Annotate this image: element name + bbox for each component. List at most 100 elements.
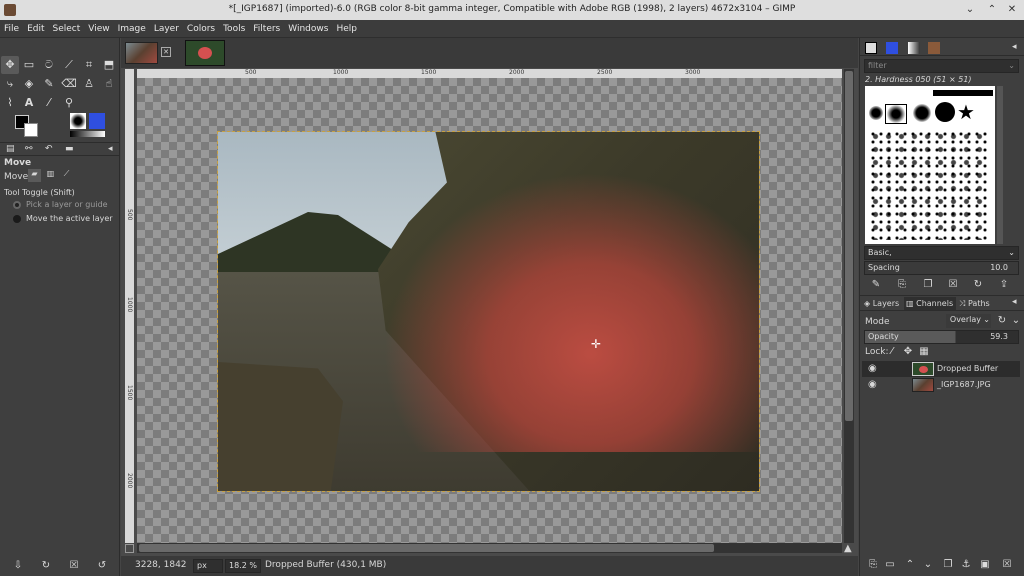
restore-tool-preset-icon[interactable]: ↻: [38, 558, 54, 574]
images-tab-icon[interactable]: ▬: [65, 144, 74, 154]
fonts-tab-icon[interactable]: [908, 42, 920, 54]
rect-select-tool-icon[interactable]: ▭: [20, 56, 38, 74]
tab-channels[interactable]: ▥ Channels: [904, 297, 956, 310]
layer-mode-select[interactable]: Overlay ⌄: [946, 314, 991, 328]
brush-preview-icon[interactable]: [70, 113, 86, 129]
vertical-scrollbar-thumb[interactable]: [845, 71, 853, 421]
move-layer-mode-button[interactable]: ▰: [28, 169, 41, 182]
lock-pixels-icon[interactable]: ⁄: [884, 344, 900, 360]
panel-menu-icon[interactable]: ◂: [108, 144, 113, 154]
menu-image[interactable]: Image: [114, 20, 150, 38]
move-selection-mode-button[interactable]: ▥: [44, 169, 57, 182]
quick-mask-toggle-icon[interactable]: [125, 544, 134, 553]
brush-grid-scrollbar[interactable]: [997, 86, 1003, 244]
anchor-layer-icon[interactable]: ⚓: [958, 557, 974, 573]
clone-tool-icon[interactable]: ♙: [80, 75, 98, 93]
unit-select[interactable]: px: [193, 559, 223, 573]
gradient-preview-icon[interactable]: [70, 131, 105, 137]
brush-item[interactable]: ★: [957, 100, 975, 124]
refresh-brushes-icon[interactable]: ↻: [970, 277, 986, 293]
smudge-tool-icon[interactable]: ☝: [100, 75, 118, 93]
menu-filters[interactable]: Filters: [249, 20, 284, 38]
edit-brush-icon[interactable]: ✎: [868, 277, 884, 293]
delete-layer-icon[interactable]: ☒: [999, 557, 1015, 573]
brush-grid[interactable]: ★: [865, 86, 995, 244]
pick-layer-radio[interactable]: [13, 201, 21, 209]
new-layer-group-icon[interactable]: ▭: [882, 557, 898, 573]
device-status-tab-icon[interactable]: ⚯: [25, 144, 33, 154]
zoom-select[interactable]: 18.2 %: [225, 559, 261, 573]
menu-file[interactable]: File: [0, 20, 23, 38]
delete-tool-preset-icon[interactable]: ☒: [66, 558, 82, 574]
pattern-preview-icon[interactable]: [89, 113, 105, 129]
brush-item[interactable]: [869, 106, 883, 120]
eye-icon[interactable]: ◉: [868, 363, 877, 374]
vertical-scrollbar[interactable]: [844, 69, 854, 543]
lower-layer-icon[interactable]: ⌄: [920, 557, 936, 573]
save-tool-preset-icon[interactable]: ⇩: [10, 558, 26, 574]
reset-tool-options-icon[interactable]: ↺: [94, 558, 110, 574]
tool-options-tab-icon[interactable]: ▤: [6, 144, 15, 154]
spacing-slider[interactable]: Spacing 10.0: [864, 261, 1019, 275]
lock-alpha-icon[interactable]: ▦: [916, 344, 932, 360]
fuzzy-select-tool-icon[interactable]: ⟋: [60, 56, 78, 74]
eraser-tool-icon[interactable]: ⌫: [60, 75, 78, 93]
opacity-slider[interactable]: Opacity 59.3: [864, 330, 1019, 344]
raise-layer-icon[interactable]: ⌃: [902, 557, 918, 573]
image-layer[interactable]: [217, 131, 760, 492]
open-brush-as-image-icon[interactable]: ⇪: [996, 277, 1012, 293]
brush-preset-select[interactable]: Basic, ⌄: [864, 246, 1019, 260]
brush-item[interactable]: [869, 130, 989, 240]
tab-layers[interactable]: ◈ Layers: [862, 297, 902, 310]
menu-edit[interactable]: Edit: [23, 20, 48, 38]
patterns-tab-icon[interactable]: [886, 42, 898, 54]
menu-help[interactable]: Help: [332, 20, 361, 38]
menu-windows[interactable]: Windows: [284, 20, 332, 38]
maximize-icon[interactable]: ⌃: [984, 2, 1000, 18]
menu-select[interactable]: Select: [49, 20, 85, 38]
new-brush-icon[interactable]: ⎘: [894, 277, 910, 293]
lasso-tool-icon[interactable]: ට: [40, 56, 58, 74]
paths-tool-icon[interactable]: ⌇: [1, 94, 19, 112]
canvas-transparency[interactable]: ✛: [137, 78, 842, 543]
menu-tools[interactable]: Tools: [219, 20, 249, 38]
undo-history-tab-icon[interactable]: ↶: [45, 144, 53, 154]
text-tool-icon[interactable]: A: [20, 94, 38, 112]
brush-filter-input[interactable]: filter ⌄: [864, 59, 1019, 73]
layer-row[interactable]: ◉ _IGP1687.JPG: [862, 377, 1020, 393]
transform-tool-icon[interactable]: ⬒: [100, 56, 118, 74]
navigate-icon[interactable]: ▲: [844, 543, 852, 554]
close-tab-icon[interactable]: ✕: [161, 47, 171, 57]
warp-tool-icon[interactable]: ⤷: [1, 75, 19, 93]
background-color-swatch[interactable]: [24, 123, 38, 137]
layers-dock-menu-icon[interactable]: ◂: [1012, 297, 1017, 307]
menu-colors[interactable]: Colors: [183, 20, 219, 38]
eye-icon[interactable]: ◉: [868, 379, 877, 390]
crop-tool-icon[interactable]: ⌗: [80, 56, 98, 74]
brush-item-selected[interactable]: [885, 104, 907, 124]
brushes-tab-icon[interactable]: [865, 42, 877, 54]
lock-position-icon[interactable]: ✥: [900, 344, 916, 360]
bucket-fill-tool-icon[interactable]: ◈: [20, 75, 38, 93]
new-layer-icon[interactable]: ⎘: [865, 557, 881, 573]
layer-row[interactable]: ◉ Dropped Buffer: [862, 361, 1020, 377]
delete-brush-icon[interactable]: ☒: [945, 277, 961, 293]
menu-layer[interactable]: Layer: [150, 20, 183, 38]
minimize-icon[interactable]: ⌄: [962, 2, 978, 18]
dock-menu-icon[interactable]: ◂: [1012, 42, 1017, 52]
move-tool-icon[interactable]: ✥: [1, 56, 19, 74]
menu-view[interactable]: View: [84, 20, 113, 38]
brush-item[interactable]: [913, 104, 931, 122]
image-tab-thumbnail[interactable]: [125, 42, 158, 64]
document-history-tab-icon[interactable]: [928, 42, 940, 54]
paintbrush-tool-icon[interactable]: ✎: [40, 75, 58, 93]
horizontal-scrollbar[interactable]: [137, 543, 842, 553]
image-tab-thumbnail-2[interactable]: [185, 40, 225, 66]
color-picker-tool-icon[interactable]: ⁄: [40, 94, 58, 112]
zoom-tool-icon[interactable]: ⚲: [60, 94, 78, 112]
move-active-layer-radio[interactable]: [13, 215, 21, 223]
duplicate-brush-icon[interactable]: ❐: [920, 277, 936, 293]
brush-item[interactable]: [935, 102, 955, 122]
brush-item[interactable]: [933, 90, 993, 96]
horizontal-scrollbar-thumb[interactable]: [139, 544, 714, 552]
